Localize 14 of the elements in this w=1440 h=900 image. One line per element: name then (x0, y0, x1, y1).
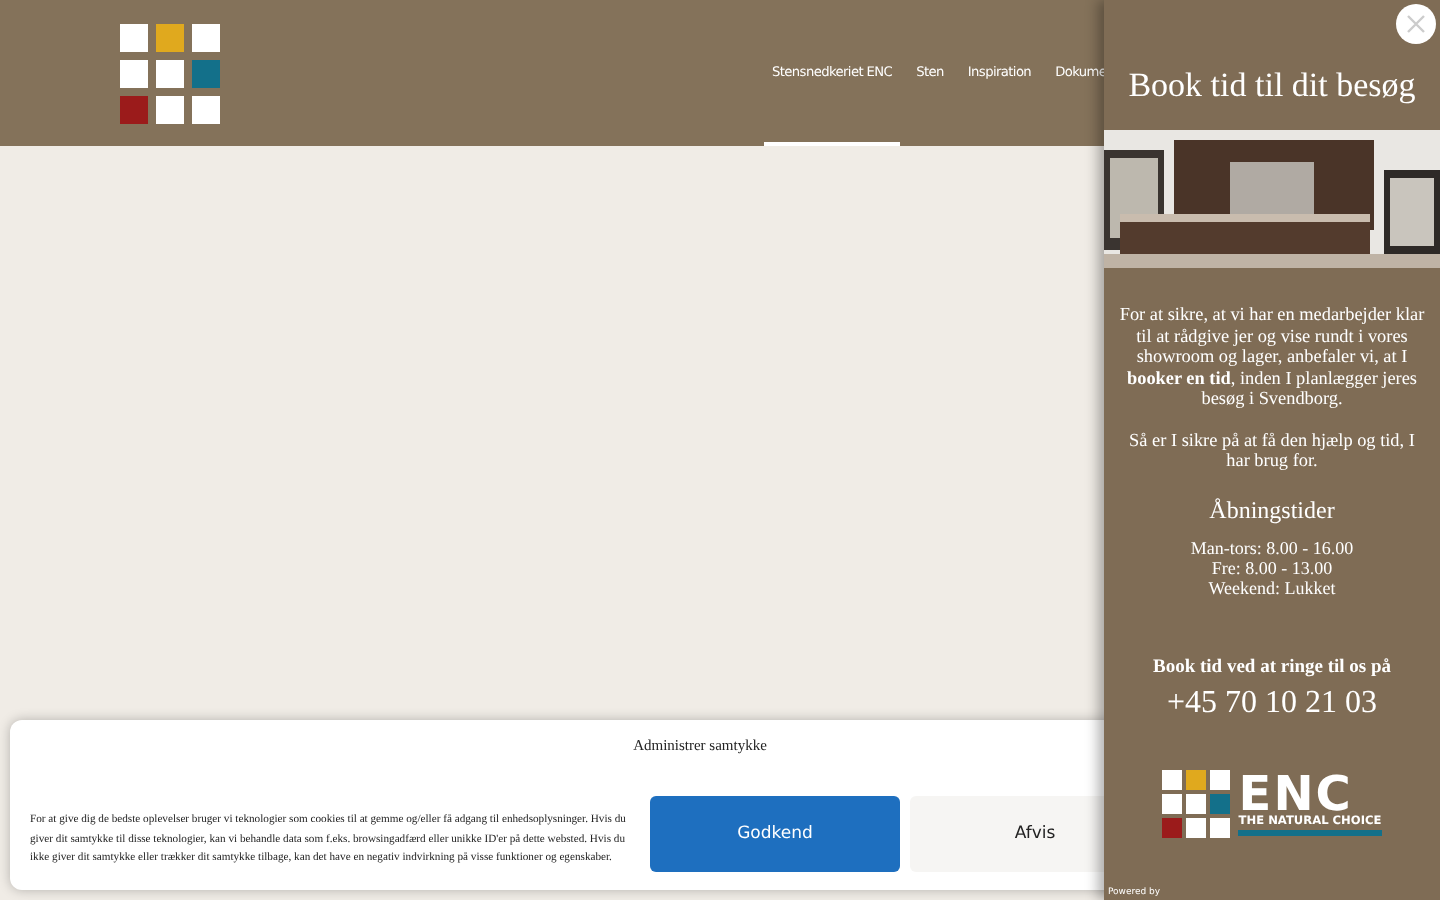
brand-name: ENC (1238, 771, 1353, 815)
accept-button[interactable]: Godkend (650, 795, 900, 871)
popup-title: Book tid til dit besøg (1128, 66, 1416, 106)
close-icon[interactable] (1396, 4, 1436, 44)
intro-text: For at sikre, at vi har en medarbejder klar til at rådgive jer og vise rundt i vores showroom og lager, anbefaler vi, at I booker en tid, inden I planlægger jeres besøg i Svendborg. (1117, 304, 1427, 409)
hours-line: Weekend: Lukket (1206, 577, 1338, 597)
help-text: Så er I sikre på at få den hjælp og tid, I har brug for. (1127, 429, 1417, 471)
hours-line: Fre: 8.00 - 13.00 (1209, 557, 1335, 577)
hours-title: Åbningstider (1209, 495, 1335, 525)
logo-icon (1162, 769, 1231, 837)
call-label: Book tid ved at ringe til os på (1152, 657, 1392, 677)
phone-number[interactable]: +45 70 10 21 03 (1166, 685, 1378, 721)
hours-line: Man-tors: 8.00 - 16.00 (1190, 537, 1354, 557)
logo-icon[interactable] (120, 23, 220, 123)
